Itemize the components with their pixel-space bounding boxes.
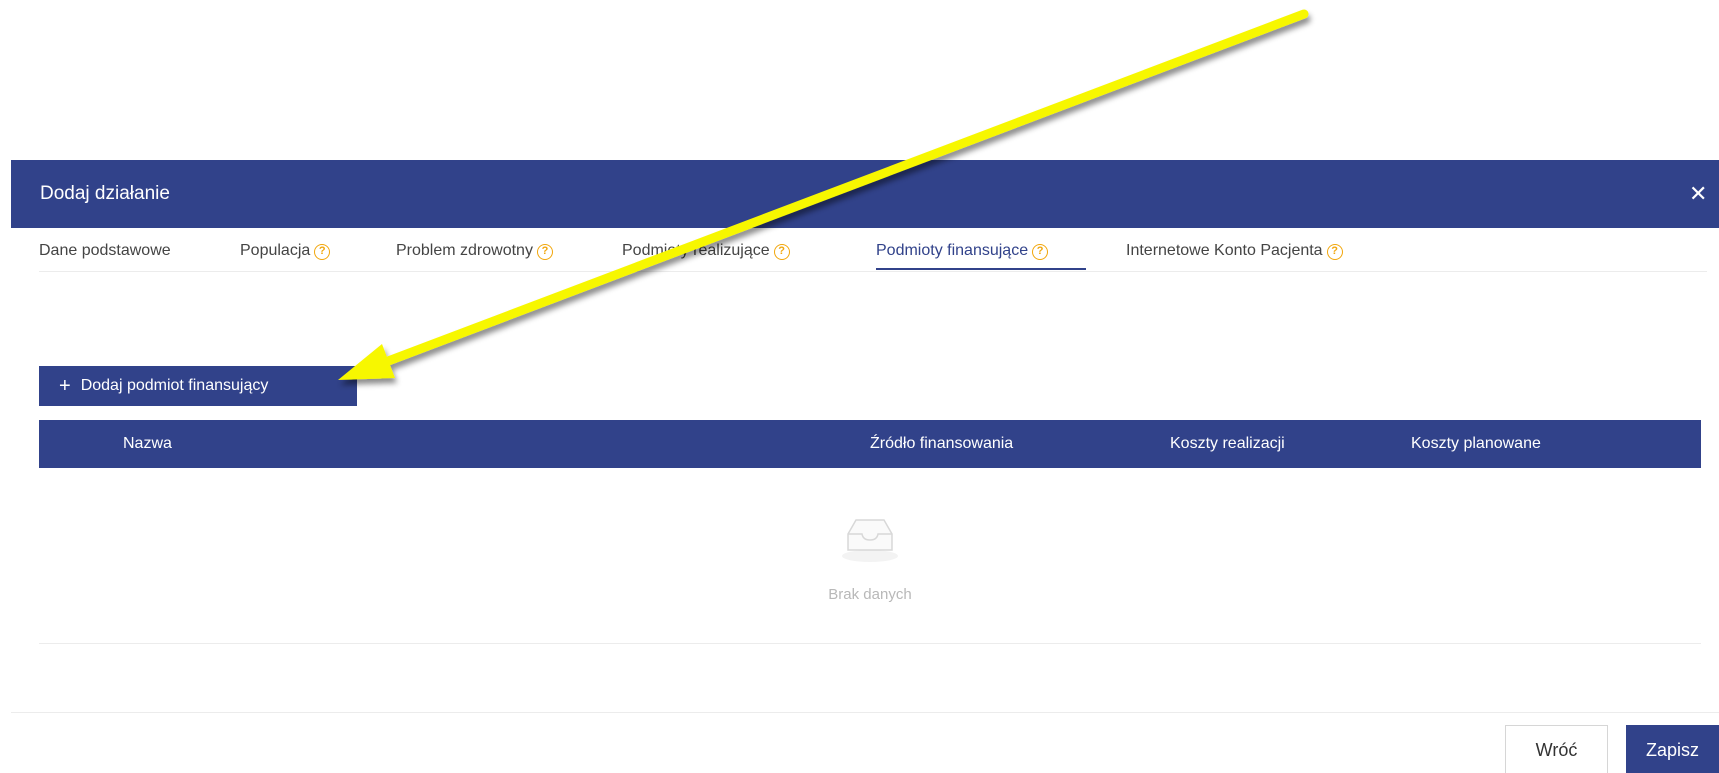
footer-divider bbox=[11, 712, 1719, 713]
tab-label: Internetowe Konto Pacjenta bbox=[1126, 242, 1323, 259]
help-icon[interactable]: ? bbox=[314, 244, 331, 260]
tab-label: Podmioty finansujące bbox=[876, 242, 1029, 259]
tab-label: Populacja bbox=[240, 242, 311, 259]
column-header-zrodlo-finansowania[interactable]: Źródło finansowania bbox=[870, 435, 1013, 453]
tab-podmioty-finansujace[interactable]: Podmioty finansujące? bbox=[876, 20, 1086, 272]
column-header-koszty-realizacji[interactable]: Koszty realizacji bbox=[1170, 435, 1285, 453]
back-button[interactable]: Wróć bbox=[1505, 725, 1608, 773]
column-header-koszty-planowane[interactable]: Koszty planowane bbox=[1411, 435, 1541, 453]
column-header-nazwa[interactable]: Nazwa bbox=[123, 435, 172, 453]
help-icon[interactable]: ? bbox=[1032, 244, 1049, 260]
add-funding-entity-label: Dodaj podmiot finansujący bbox=[80, 377, 269, 394]
table-header: Nazwa Źródło finansowania Koszty realiza… bbox=[39, 420, 1701, 468]
help-icon[interactable]: ? bbox=[536, 244, 553, 260]
empty-text: Brak danych bbox=[828, 586, 912, 603]
tab-divider bbox=[39, 271, 1707, 272]
add-action-modal: Dodaj działanie ✕ Dane podstawowe Popula… bbox=[11, 160, 1719, 773]
save-button[interactable]: Zapisz bbox=[1626, 725, 1719, 773]
tab-label: Problem zdrowotny bbox=[396, 242, 533, 259]
add-funding-entity-button[interactable]: + Dodaj podmiot finansujący bbox=[39, 366, 357, 406]
table-empty-state: Brak danych bbox=[39, 468, 1701, 644]
help-icon[interactable]: ? bbox=[773, 244, 790, 260]
empty-inbox-icon bbox=[842, 519, 898, 562]
plus-icon: + bbox=[59, 375, 71, 397]
tab-label: Dane podstawowe bbox=[39, 242, 171, 259]
page: Dodaj działanie ✕ Dane podstawowe Popula… bbox=[0, 0, 1719, 773]
tab-bar: Dane podstawowe Populacja? Problem zdrow… bbox=[39, 20, 1707, 272]
help-icon[interactable]: ? bbox=[1326, 244, 1343, 260]
tab-label: Podmioty realizujące bbox=[622, 242, 770, 259]
